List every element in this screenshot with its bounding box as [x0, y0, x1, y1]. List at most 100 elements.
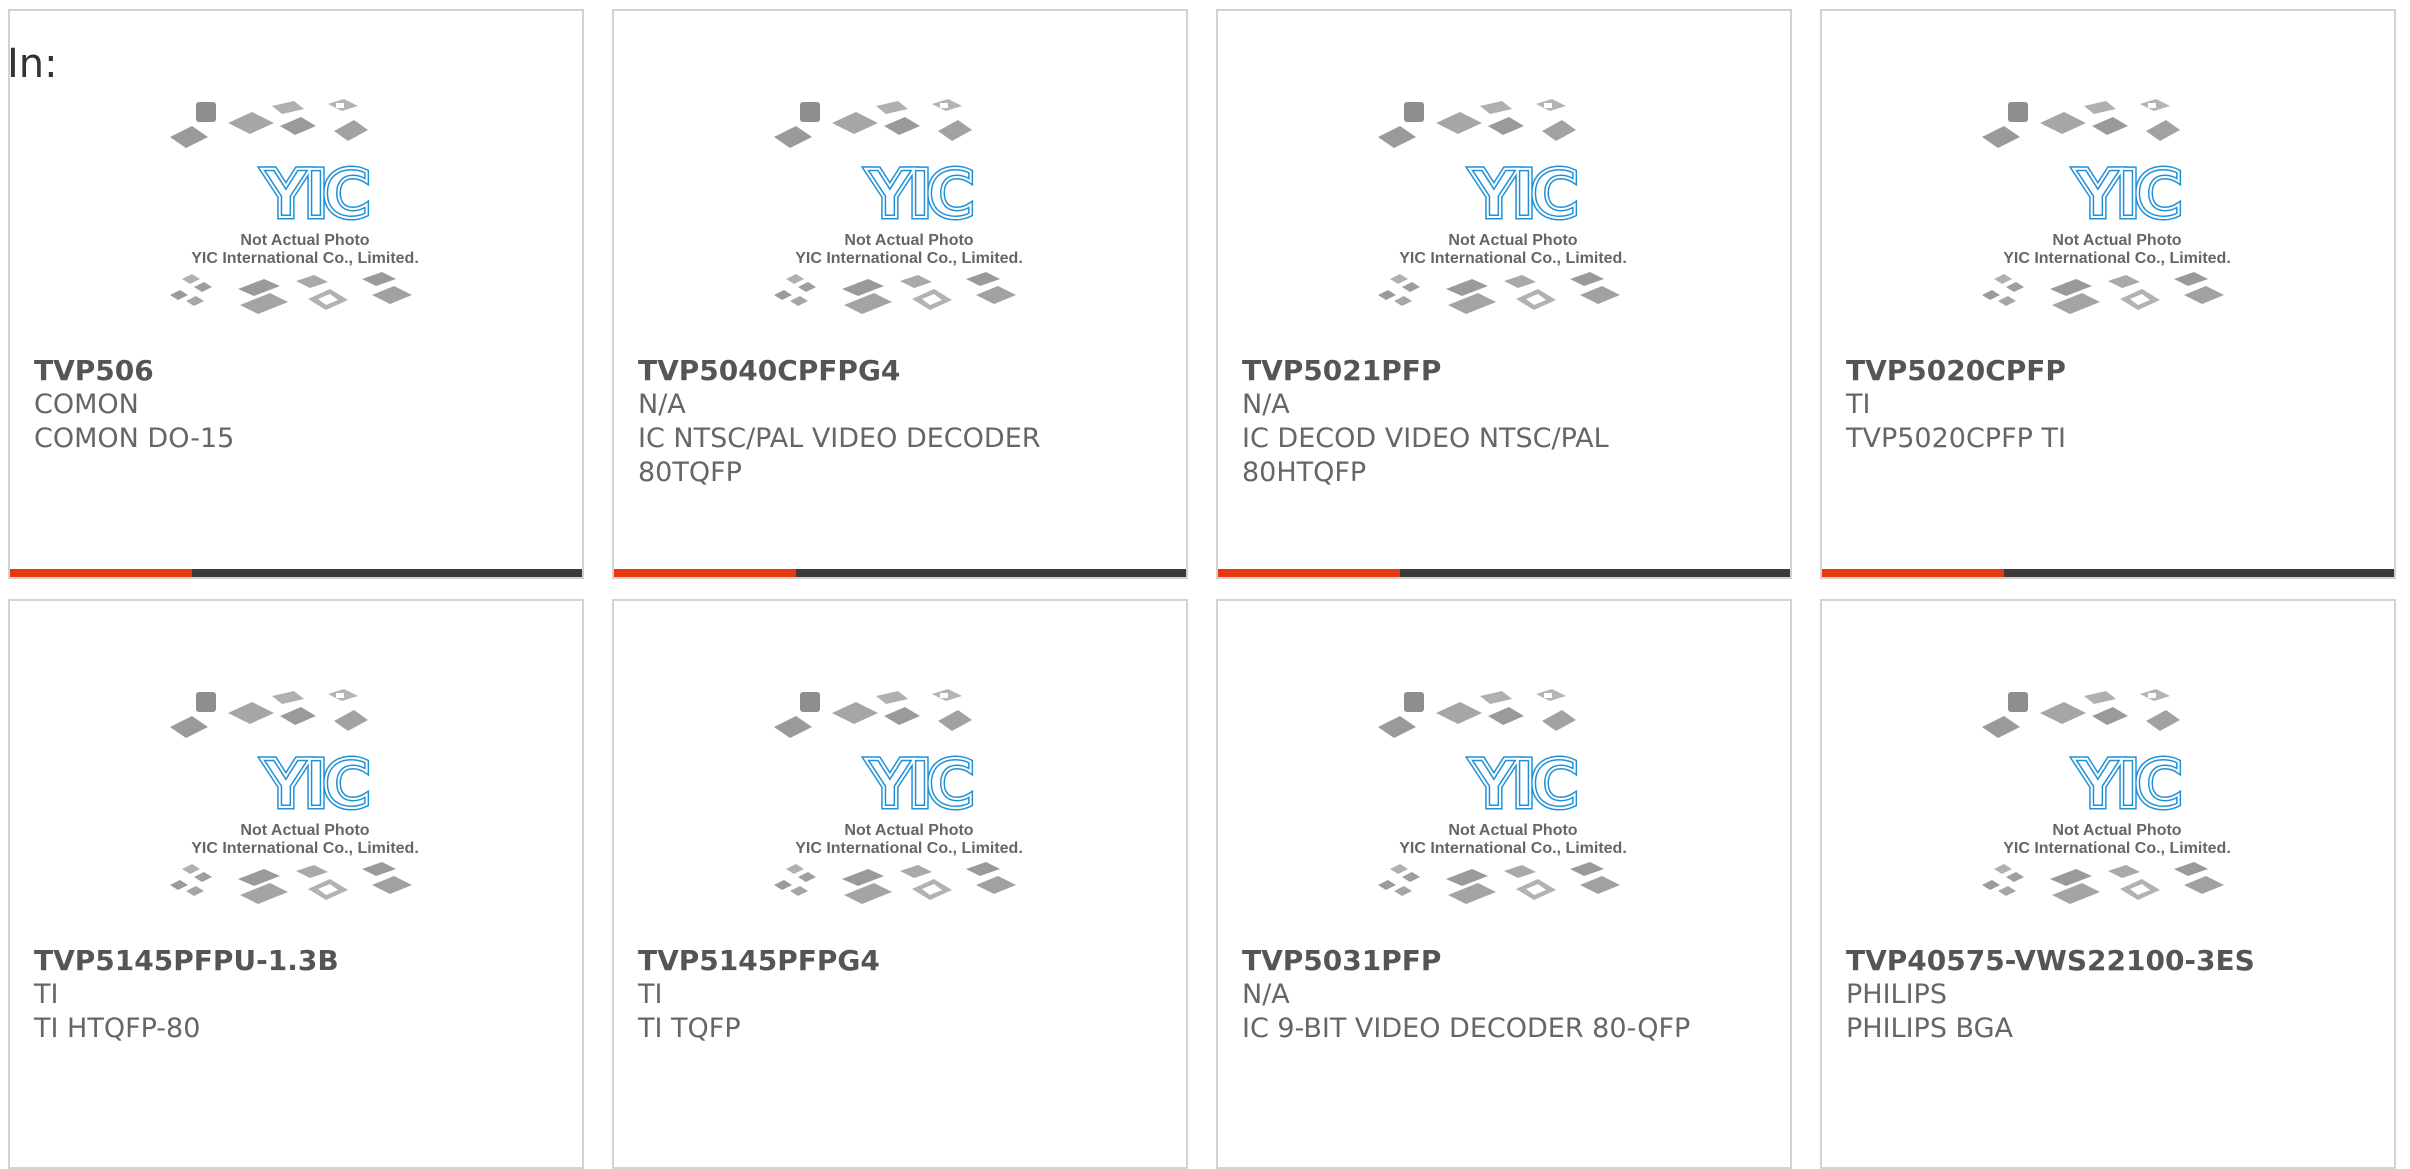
product-card[interactable]: YIC YIC Not Actual Photo YIC International …	[8, 9, 584, 579]
product-card[interactable]: YIC YIC Not Actual Photo YIC International …	[612, 9, 1188, 579]
chip-illustration-top	[170, 99, 368, 148]
description: COMON DO-15	[34, 423, 235, 454]
yic-logo: YICYIC	[2071, 154, 2188, 236]
part-number-link[interactable]: TVP5145PFPG4	[638, 944, 1098, 978]
product-info: TVP5031PFP N/A IC 9-BIT VIDEO DECODER 80…	[1242, 944, 1702, 1046]
card-footer-bar	[1822, 569, 2394, 577]
chip-illustration-bottom	[170, 862, 412, 904]
svg-text:YIC: YIC	[865, 156, 971, 233]
product-card[interactable]: YIC YIC Not Actual Photo YIC International …	[1216, 9, 1792, 579]
product-photo-placeholder: YICYICNot Actual PhotoYIC International …	[1378, 99, 1627, 314]
product-info: TVP40575-VWS22100-3ES PHILIPS PHILIPS BG…	[1846, 944, 2306, 1046]
product-photo-placeholder: YICYICNot Actual PhotoYIC International …	[1982, 99, 2231, 314]
part-number-link[interactable]: TVP5145PFPU-1.3B	[34, 944, 494, 978]
chip-illustration-bottom	[1982, 272, 2224, 314]
yic-logo: YICYIC	[259, 154, 376, 236]
svg-text:YIC International Co., Limited: YIC International Co., Limited.	[795, 250, 1023, 267]
product-info: TVP5040CPFPG4 N/A IC NTSC/PAL VIDEO DECO…	[638, 354, 1098, 490]
card-footer-accent	[1822, 569, 2004, 577]
yic-logo: YICYIC	[259, 744, 376, 826]
product-photo-placeholder: YICYICNot Actual PhotoYIC International …	[170, 689, 419, 904]
part-number-link[interactable]: TVP5031PFP	[1242, 944, 1702, 978]
product-photo-placeholder: YICYICNot Actual PhotoYIC International …	[1378, 689, 1627, 904]
chip-illustration-top	[170, 689, 368, 738]
photo-caption: Not Actual PhotoYIC International Co., L…	[2003, 232, 2231, 267]
card-footer-bar	[1218, 569, 1790, 577]
photo-caption: Not Actual PhotoYIC International Co., L…	[191, 822, 419, 857]
yic-logo: YICYIC	[2071, 744, 2188, 826]
manufacturer: TI	[638, 979, 663, 1010]
svg-text:YIC: YIC	[1469, 156, 1575, 233]
photo-caption: Not Actual PhotoYIC International Co., L…	[1399, 822, 1627, 857]
product-photo-placeholder: YICYICNot Actual PhotoYIC International …	[170, 99, 419, 314]
svg-text:YIC International Co., Limited: YIC International Co., Limited.	[1399, 840, 1627, 857]
chip-illustration-bottom	[774, 272, 1016, 314]
description: IC NTSC/PAL VIDEO DECODER 80TQFP	[638, 423, 1041, 488]
yic-logo: YICYIC	[863, 744, 980, 826]
svg-text:Not Actual Photo: Not Actual Photo	[240, 822, 369, 839]
product-info: TVP506 COMON COMON DO-15	[34, 354, 494, 456]
chip-illustration-top	[1982, 689, 2180, 738]
product-card[interactable]: YIC YIC Not Actual Photo YIC International …	[612, 599, 1188, 1169]
product-info: TVP5145PFPU-1.3B TI TI HTQFP-80	[34, 944, 494, 1046]
description: TI TQFP	[638, 1013, 741, 1044]
svg-text:YIC International Co., Limited: YIC International Co., Limited.	[1399, 250, 1627, 267]
svg-text:YIC: YIC	[2073, 156, 2179, 233]
chip-illustration-bottom	[1378, 272, 1620, 314]
manufacturer: TI	[1846, 389, 1871, 420]
photo-caption: Not Actual PhotoYIC International Co., L…	[795, 232, 1023, 267]
manufacturer: COMON	[34, 389, 139, 420]
svg-text:YIC International Co., Limited: YIC International Co., Limited.	[795, 840, 1023, 857]
card-footer-accent	[10, 569, 192, 577]
svg-text:Not Actual Photo: Not Actual Photo	[844, 822, 973, 839]
photo-caption: Not Actual PhotoYIC International Co., L…	[191, 232, 419, 267]
description: PHILIPS BGA	[1846, 1013, 2013, 1044]
part-number-link[interactable]: TVP5021PFP	[1242, 354, 1702, 388]
svg-text:YIC International Co., Limited: YIC International Co., Limited.	[2003, 840, 2231, 857]
card-footer-accent	[614, 569, 796, 577]
yic-logo: YICYIC	[1467, 744, 1584, 826]
part-number-link[interactable]: TVP506	[34, 354, 494, 388]
yic-logo: YICYIC	[863, 154, 980, 236]
product-card[interactable]: YIC YIC Not Actual Photo YIC International …	[1216, 599, 1792, 1169]
manufacturer: N/A	[1242, 389, 1290, 420]
svg-text:YIC: YIC	[261, 156, 367, 233]
part-number-link[interactable]: TVP5040CPFPG4	[638, 354, 1098, 388]
photo-caption: Not Actual PhotoYIC International Co., L…	[795, 822, 1023, 857]
product-photo-placeholder: YICYICNot Actual PhotoYIC International …	[1982, 689, 2231, 904]
svg-text:Not Actual Photo: Not Actual Photo	[2052, 822, 2181, 839]
chip-illustration-top	[774, 99, 972, 148]
part-number-link[interactable]: TVP40575-VWS22100-3ES	[1846, 944, 2306, 978]
product-info: TVP5145PFPG4 TI TI TQFP	[638, 944, 1098, 1046]
product-grid: YIC YIC Not Actual Photo YIC International …	[8, 9, 2398, 1169]
chip-illustration-bottom	[774, 862, 1016, 904]
product-card[interactable]: YIC YIC Not Actual Photo YIC International …	[1820, 599, 2396, 1169]
product-card[interactable]: YIC YIC Not Actual Photo YIC International …	[1820, 9, 2396, 579]
manufacturer: N/A	[1242, 979, 1290, 1010]
chip-illustration-top	[1378, 99, 1576, 148]
chip-illustration-top	[1378, 689, 1576, 738]
chip-illustration-bottom	[1982, 862, 2224, 904]
part-number-link[interactable]: TVP5020CPFP	[1846, 354, 2306, 388]
product-photo-placeholder: YICYICNot Actual PhotoYIC International …	[774, 689, 1023, 904]
product-card[interactable]: YIC YIC Not Actual Photo YIC International …	[8, 599, 584, 1169]
description: TI HTQFP-80	[34, 1013, 201, 1044]
svg-text:YIC: YIC	[865, 746, 971, 823]
manufacturer: TI	[34, 979, 59, 1010]
svg-text:YIC International Co., Limited: YIC International Co., Limited.	[2003, 250, 2231, 267]
yic-logo: YICYIC	[1467, 154, 1584, 236]
svg-text:YIC International Co., Limited: YIC International Co., Limited.	[191, 840, 419, 857]
svg-text:Not Actual Photo: Not Actual Photo	[1448, 232, 1577, 249]
photo-caption: Not Actual PhotoYIC International Co., L…	[1399, 232, 1627, 267]
page-label: In:	[7, 41, 58, 87]
chip-illustration-bottom	[170, 272, 412, 314]
description: IC 9-BIT VIDEO DECODER 80-QFP	[1242, 1013, 1691, 1044]
svg-text:YIC International Co., Limited: YIC International Co., Limited.	[191, 250, 419, 267]
card-footer-bar	[614, 569, 1186, 577]
manufacturer: N/A	[638, 389, 686, 420]
product-photo-placeholder: YICYICNot Actual PhotoYIC International …	[774, 99, 1023, 314]
card-footer-accent	[1218, 569, 1400, 577]
svg-text:Not Actual Photo: Not Actual Photo	[844, 232, 973, 249]
chip-illustration-bottom	[1378, 862, 1620, 904]
manufacturer: PHILIPS	[1846, 979, 1947, 1010]
